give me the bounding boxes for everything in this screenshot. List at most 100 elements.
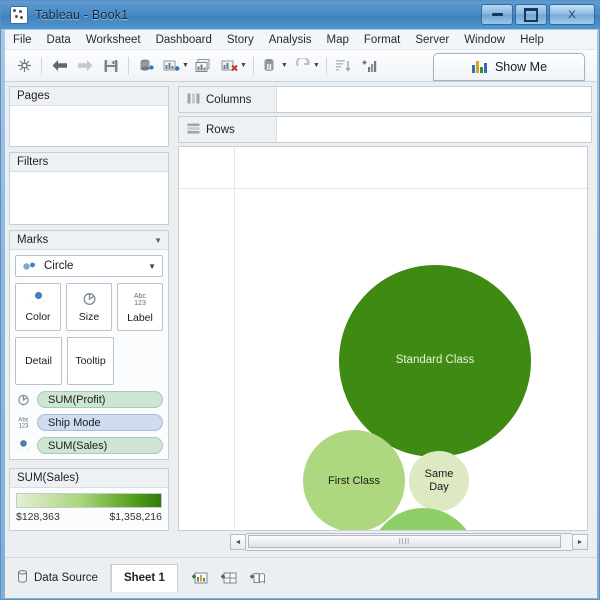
show-me-button[interactable]: Show Me — [433, 53, 585, 81]
pill-ship-mode[interactable]: Ship Mode — [37, 414, 163, 431]
swap-rows-columns-icon[interactable] — [258, 53, 284, 79]
label-button[interactable]: Abc 123 Label — [117, 283, 163, 331]
columns-shelf-dropzone[interactable] — [277, 87, 591, 112]
columns-shelf: Columns — [178, 86, 592, 113]
menu-item-help[interactable]: Help — [520, 34, 544, 46]
tableau-window: Tableau - Book1 X File Data Worksheet Da… — [0, 0, 600, 600]
bubble-label: Same Day — [417, 468, 462, 493]
new-data-source-icon[interactable] — [133, 53, 159, 79]
svg-text:123: 123 — [134, 300, 146, 307]
marks-button-row-1: Color Size — [15, 283, 163, 331]
chevron-down-icon[interactable]: ▼ — [148, 262, 156, 271]
legend-gradient[interactable] — [16, 493, 162, 508]
window-title: Tableau - Book1 — [35, 8, 128, 22]
duplicate-sheet-icon[interactable] — [191, 53, 217, 79]
sheet-tab-sheet1[interactable]: Sheet 1 — [111, 564, 178, 592]
left-panel: Pages Filters Marks ▼ — [5, 82, 173, 557]
scrollbar-grip-icon: llll — [399, 537, 410, 546]
new-worksheet-icon[interactable] — [159, 53, 185, 79]
viz-panel: Columns Rows — [173, 82, 597, 557]
legend-body: $128,363 $1,358,216 — [10, 488, 168, 530]
clear-sheet-icon[interactable] — [217, 53, 243, 79]
pages-shelf-dropzone[interactable] — [10, 106, 168, 146]
marks-pill-shipmode: Abc 123 Ship Mode — [15, 414, 163, 431]
label-button-label: Label — [127, 312, 153, 324]
back-arrow-icon[interactable] — [46, 53, 72, 79]
chevron-down-icon[interactable]: ▼ — [154, 236, 162, 245]
minimize-button[interactable] — [481, 4, 513, 25]
bubble-label: First Class — [328, 475, 380, 488]
data-source-icon — [17, 570, 28, 586]
filters-shelf: Filters — [9, 152, 169, 225]
pill-sum-profit[interactable]: SUM(Profit) — [37, 391, 163, 408]
columns-icon — [187, 93, 200, 107]
legend-min-label: $128,363 — [16, 511, 60, 523]
sheet-tab-bar: Data Source Sheet 1 — [5, 557, 597, 598]
filters-shelf-dropzone[interactable] — [10, 172, 168, 224]
menu-item-dashboard[interactable]: Dashboard — [156, 34, 212, 46]
bubble-mark[interactable]: Same Day — [409, 451, 469, 511]
maximize-button[interactable] — [515, 4, 547, 25]
new-sheet-buttons — [178, 568, 268, 588]
refresh-icon[interactable] — [290, 53, 316, 79]
rows-label-text: Rows — [206, 124, 235, 136]
menu-item-data[interactable]: Data — [47, 34, 71, 46]
pages-shelf-title: Pages — [10, 87, 168, 106]
menu-item-server[interactable]: Server — [415, 34, 449, 46]
menu-item-format[interactable]: Format — [364, 34, 400, 46]
scrollbar-track[interactable]: llll — [246, 533, 572, 551]
sheet-tab-label: Sheet 1 — [124, 572, 165, 584]
save-icon[interactable] — [98, 53, 124, 79]
bubble-mark[interactable]: Standard Class — [339, 265, 531, 457]
menu-item-file[interactable]: File — [13, 34, 32, 46]
horizontal-scrollbar[interactable]: ◄ llll ► — [230, 534, 588, 550]
detail-button[interactable]: Detail — [15, 337, 62, 385]
color-button-label: Color — [25, 311, 50, 323]
new-dashboard-icon[interactable] — [219, 568, 239, 588]
sort-ascending-icon[interactable] — [331, 53, 357, 79]
rows-shelf-label: Rows — [179, 117, 277, 142]
tableau-home-icon[interactable] — [11, 53, 37, 79]
marks-pill-sales: SUM(Sales) — [15, 437, 163, 454]
menu-item-story[interactable]: Story — [227, 34, 254, 46]
marks-title-label: Marks — [17, 234, 48, 246]
scrollbar-thumb[interactable]: llll — [248, 535, 561, 548]
svg-text:Abc: Abc — [134, 293, 147, 300]
menu-item-map[interactable]: Map — [327, 34, 349, 46]
mark-type-dropdown[interactable]: Circle ▼ — [15, 255, 163, 277]
marks-card-body: Circle ▼ Color — [10, 250, 168, 459]
menu-item-worksheet[interactable]: Worksheet — [86, 34, 141, 46]
size-button[interactable]: Size — [66, 283, 112, 331]
tooltip-button[interactable]: Tooltip — [67, 337, 114, 385]
bar-chart-icon — [471, 59, 488, 76]
scroll-left-arrow-icon[interactable]: ◄ — [230, 534, 246, 550]
size-button-label: Size — [79, 311, 99, 323]
bubble-mark[interactable]: First Class — [303, 430, 405, 531]
pill-sum-sales[interactable]: SUM(Sales) — [37, 437, 163, 454]
circle-marks-icon — [22, 261, 38, 272]
menu-item-analysis[interactable]: Analysis — [269, 34, 312, 46]
scroll-right-arrow-icon[interactable]: ► — [572, 534, 588, 550]
label-abc123-icon: Abc 123 — [130, 291, 150, 310]
filters-shelf-title: Filters — [10, 153, 168, 172]
tooltip-button-label: Tooltip — [75, 355, 105, 367]
close-button[interactable]: X — [549, 4, 595, 25]
forward-arrow-icon[interactable] — [72, 53, 98, 79]
pages-shelf: Pages — [9, 86, 169, 147]
size-icon — [15, 393, 32, 406]
window-controls: X — [479, 4, 595, 25]
workspace: Pages Filters Marks ▼ — [5, 82, 597, 557]
rows-icon — [187, 123, 200, 137]
new-story-icon[interactable] — [248, 568, 268, 588]
new-worksheet-icon[interactable] — [190, 568, 210, 588]
horizontal-gridline — [179, 188, 588, 189]
menu-item-window[interactable]: Window — [464, 34, 505, 46]
color-button[interactable]: Color — [15, 283, 61, 331]
marks-button-row-2: Detail Tooltip — [15, 337, 163, 385]
marks-card: Marks ▼ Circle ▼ — [9, 230, 169, 460]
totals-icon[interactable] — [357, 53, 383, 79]
rows-shelf-dropzone[interactable] — [277, 117, 591, 142]
data-source-tab[interactable]: Data Source — [5, 564, 111, 592]
visualization-canvas[interactable]: Standard ClassFirst ClassSame DaySecond … — [178, 146, 588, 531]
bubble-label: Standard Class — [396, 354, 475, 367]
